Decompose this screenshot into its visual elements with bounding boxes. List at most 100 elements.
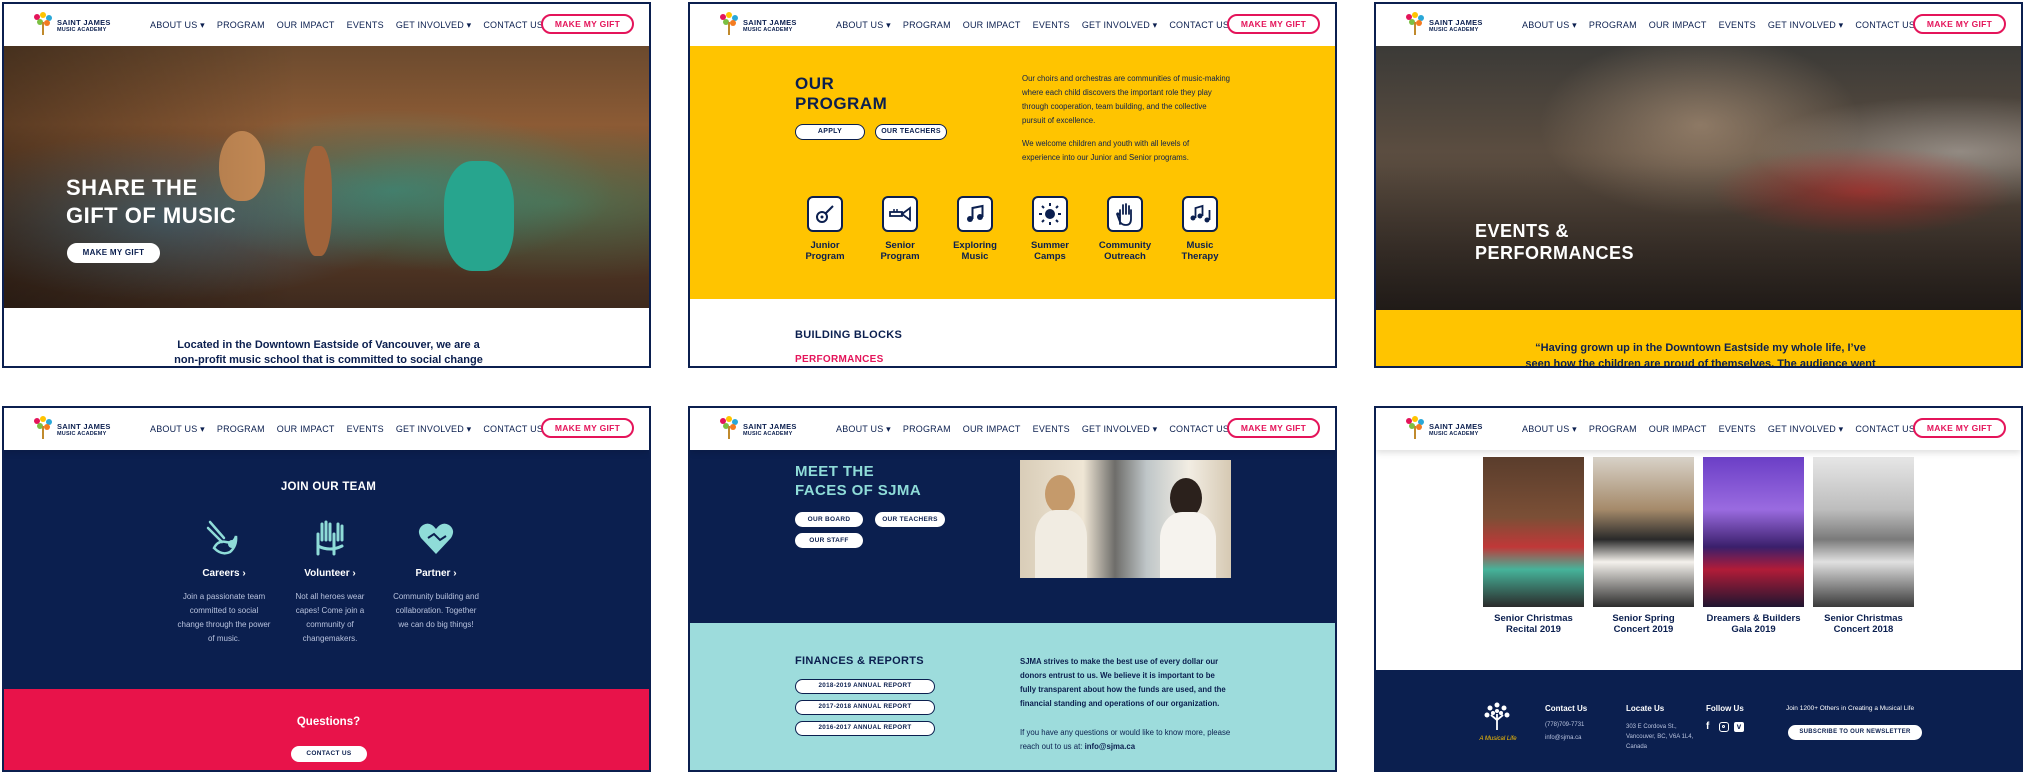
site-logo[interactable]: SAINT JAMES MUSIC ACADEMY [32, 12, 110, 38]
nav-events[interactable]: EVENTS [347, 424, 384, 435]
nav-events[interactable]: EVENTS [1719, 424, 1756, 435]
footer-email[interactable]: info@sjma.ca [1545, 735, 1581, 741]
nav-get-involved[interactable]: GET INVOLVED ▾ [396, 424, 472, 435]
nav-about[interactable]: ABOUT US ▾ [1522, 424, 1577, 435]
make-gift-button[interactable]: MAKE MY GIFT [1227, 14, 1320, 34]
nav-contact[interactable]: CONTACT US [1169, 424, 1229, 435]
nav-get-involved[interactable]: GET INVOLVED ▾ [1768, 424, 1844, 435]
hands-spark-icon [204, 518, 244, 558]
nav-program[interactable]: PROGRAM [217, 424, 265, 435]
annual-report-2016-2017-button[interactable]: 2016-2017 ANNUAL REPORT [795, 721, 935, 736]
footer-tree-logo-icon[interactable] [1482, 700, 1512, 732]
make-gift-button[interactable]: MAKE MY GIFT [1913, 418, 2006, 438]
nav-get-involved[interactable]: GET INVOLVED ▾ [1768, 20, 1844, 31]
nav-impact[interactable]: OUR IMPACT [963, 20, 1021, 31]
nav-about[interactable]: ABOUT US ▾ [150, 424, 205, 435]
nav-program[interactable]: PROGRAM [1589, 20, 1637, 31]
hand-icon[interactable] [1107, 196, 1143, 232]
nav-events[interactable]: EVENTS [1033, 424, 1070, 435]
program-title-line2: PROGRAM [795, 94, 888, 113]
nav-impact[interactable]: OUR IMPACT [963, 424, 1021, 435]
join-team-title: JOIN OUR TEAM [280, 481, 377, 493]
event-card-title-2[interactable]: Senior Spring Concert 2019 [1583, 613, 1704, 635]
instagram-icon[interactable] [1719, 722, 1729, 732]
panel-home-hero: SAINT JAMES MUSIC ACADEMY ABOUT US ▾ PRO… [2, 2, 651, 368]
our-teachers-button[interactable]: OUR TEACHERS [875, 512, 945, 527]
nav-contact[interactable]: CONTACT US [483, 424, 543, 435]
nav-about[interactable]: ABOUT US ▾ [836, 20, 891, 31]
nav-events[interactable]: EVENTS [347, 20, 384, 31]
vimeo-icon[interactable]: v [1734, 722, 1744, 732]
nav-impact[interactable]: OUR IMPACT [277, 424, 335, 435]
apply-button[interactable]: APPLY [795, 124, 865, 140]
site-footer: A Musical Life Contact Us (778)709-7731 … [1376, 670, 2021, 770]
partner-link[interactable]: Partner › [376, 568, 496, 579]
our-board-button[interactable]: OUR BOARD [795, 512, 863, 527]
panel-event-gallery-footer: SAINT JAMES MUSIC ACADEMY ABOUT US ▾ PRO… [1374, 406, 2023, 772]
footer-phone[interactable]: (778)709-7731 [1545, 722, 1584, 728]
make-gift-button[interactable]: MAKE MY GIFT [1913, 14, 2006, 34]
nav-contact[interactable]: CONTACT US [483, 20, 543, 31]
event-card-photo-christmas-concert[interactable] [1813, 457, 1914, 607]
nav-contact[interactable]: CONTACT US [1855, 20, 1915, 31]
main-menu: ABOUT US ▾ PROGRAM OUR IMPACT EVENTS GET… [1522, 20, 1915, 31]
quote-line2: seen how the children are proud of thems… [1525, 358, 1876, 368]
volunteer-link[interactable]: Volunteer › [270, 568, 390, 579]
music-notes-icon[interactable] [957, 196, 993, 232]
nav-get-involved[interactable]: GET INVOLVED ▾ [1082, 20, 1158, 31]
event-card-photo-gala[interactable] [1703, 457, 1804, 607]
nav-events[interactable]: EVENTS [1033, 20, 1070, 31]
contact-us-button[interactable]: CONTACT US [291, 746, 367, 762]
nav-impact[interactable]: OUR IMPACT [1649, 424, 1707, 435]
subscribe-newsletter-button[interactable]: SUBSCRIBE TO OUR NEWSLETTER [1788, 725, 1922, 740]
trumpet-icon[interactable] [882, 196, 918, 232]
nav-events[interactable]: EVENTS [1719, 20, 1756, 31]
nav-about[interactable]: ABOUT US ▾ [836, 424, 891, 435]
nav-impact[interactable]: OUR IMPACT [277, 20, 335, 31]
logo-line1: SAINT JAMES [1429, 18, 1483, 27]
site-logo[interactable]: SAINT JAMES MUSIC ACADEMY [1404, 416, 1482, 442]
nav-program[interactable]: PROGRAM [903, 424, 951, 435]
sun-icon[interactable] [1032, 196, 1068, 232]
nav-program[interactable]: PROGRAM [1589, 424, 1637, 435]
nav-contact[interactable]: CONTACT US [1169, 20, 1229, 31]
hero-gift-button[interactable]: MAKE MY GIFT [67, 243, 160, 263]
main-menu: ABOUT US ▾ PROGRAM OUR IMPACT EVENTS GET… [836, 20, 1229, 31]
guitar-icon[interactable] [807, 196, 843, 232]
event-card-title-3[interactable]: Dreamers & Builders Gala 2019 [1693, 613, 1814, 635]
site-logo[interactable]: SAINT JAMES MUSIC ACADEMY [718, 416, 796, 442]
event-card-title-4[interactable]: Senior Christmas Concert 2018 [1803, 613, 1924, 635]
make-gift-button[interactable]: MAKE MY GIFT [1227, 418, 1320, 438]
site-logo[interactable]: SAINT JAMES MUSIC ACADEMY [718, 12, 796, 38]
facebook-icon[interactable]: f [1706, 722, 1715, 732]
event-card-title-1[interactable]: Senior Christmas Recital 2019 [1473, 613, 1594, 635]
events-audience-photo [1376, 46, 2021, 310]
site-logo[interactable]: SAINT JAMES MUSIC ACADEMY [32, 416, 110, 442]
nav-get-involved[interactable]: GET INVOLVED ▾ [396, 20, 472, 31]
nav-impact[interactable]: OUR IMPACT [1649, 20, 1707, 31]
careers-link[interactable]: Careers › [164, 568, 284, 579]
site-logo[interactable]: SAINT JAMES MUSIC ACADEMY [1404, 12, 1482, 38]
annual-report-2018-2019-button[interactable]: 2018-2019 ANNUAL REPORT [795, 679, 935, 694]
make-gift-button[interactable]: MAKE MY GIFT [541, 418, 634, 438]
our-staff-button[interactable]: OUR STAFF [795, 533, 863, 548]
footer-address: 303 E Cordova St., Vancouver, BC, V6A 1L4… [1626, 724, 1694, 750]
program-label-summer: Summer Camps [1030, 240, 1069, 262]
program-label-therapy: Music Therapy [1181, 240, 1219, 262]
logo-line2: MUSIC ACADEMY [57, 27, 107, 33]
nav-contact[interactable]: CONTACT US [1855, 424, 1915, 435]
event-card-photo-spring-concert[interactable] [1593, 457, 1694, 607]
nav-program[interactable]: PROGRAM [903, 20, 951, 31]
nav-program[interactable]: PROGRAM [217, 20, 265, 31]
intro-line2: non-profit music school that is committe… [174, 354, 483, 366]
notes-therapy-icon[interactable] [1182, 196, 1218, 232]
event-card-photo-christmas-recital[interactable] [1483, 457, 1584, 607]
nav-get-involved[interactable]: GET INVOLVED ▾ [1082, 424, 1158, 435]
finances-email-link[interactable]: info@sjma.ca [1085, 742, 1136, 751]
nav-about[interactable]: ABOUT US ▾ [150, 20, 205, 31]
annual-report-2017-2018-button[interactable]: 2017-2018 ANNUAL REPORT [795, 700, 935, 715]
program-section: OUR PROGRAM APPLY OUR TEACHERS Our choir… [690, 46, 1335, 299]
our-teachers-button[interactable]: OUR TEACHERS [875, 124, 947, 140]
nav-about[interactable]: ABOUT US ▾ [1522, 20, 1577, 31]
make-gift-button[interactable]: MAKE MY GIFT [541, 14, 634, 34]
